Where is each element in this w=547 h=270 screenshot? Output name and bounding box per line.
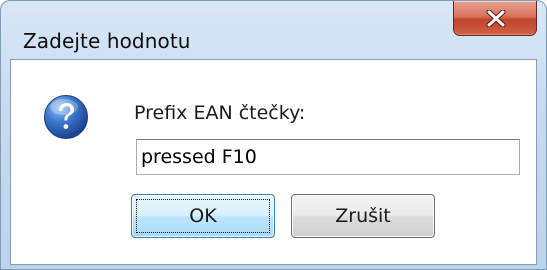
close-x-icon [486,10,506,27]
ok-button-label: OK [189,205,217,227]
prompt-label: Prefix EAN čtečky: [134,102,306,124]
title-bar[interactable]: Zadejte hodnotu [1,1,546,59]
cancel-button-label: Zrušit [335,205,391,227]
dialog-window: Zadejte hodnotu Prefix EAN čtečky: OK Zr… [0,0,547,270]
question-icon [44,95,88,139]
cancel-button[interactable]: Zrušit [291,194,435,238]
value-input[interactable] [136,139,520,175]
close-button[interactable] [453,1,537,36]
ok-button[interactable]: OK [131,194,275,238]
window-title: Zadejte hodnotu [23,29,191,53]
